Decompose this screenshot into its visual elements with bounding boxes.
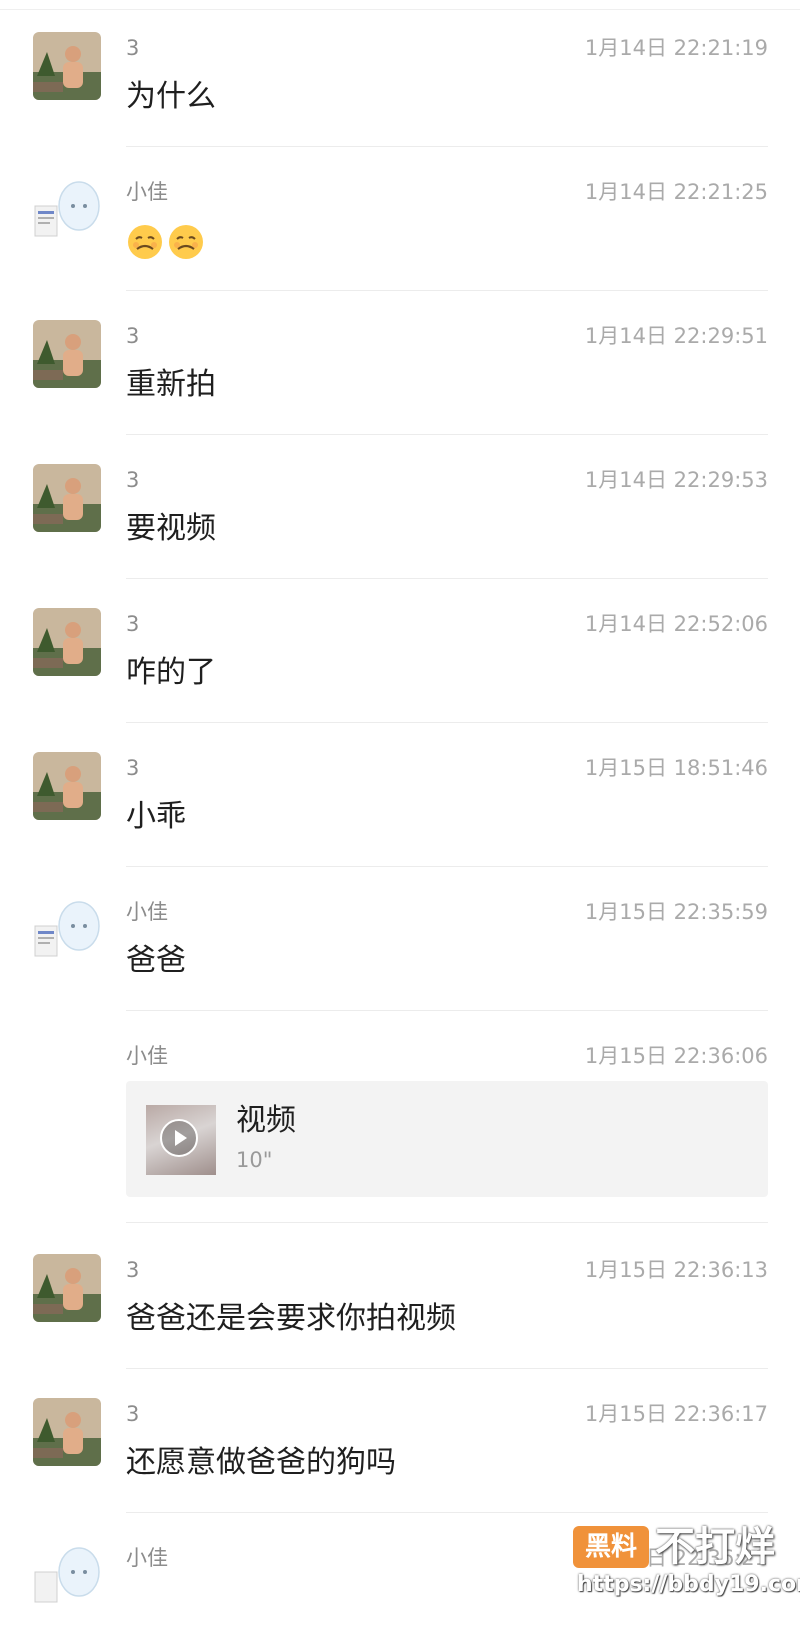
message-timestamp: 1月15日 22:36:06 — [584, 1044, 768, 1068]
message-text[interactable]: 重新拍 — [126, 365, 216, 405]
message-divider — [126, 1512, 768, 1513]
man-avatar[interactable] — [33, 1398, 101, 1466]
man-avatar[interactable] — [33, 464, 101, 532]
man-avatar[interactable] — [33, 32, 101, 100]
sender-name: 3 — [126, 36, 140, 60]
message-divider — [126, 866, 768, 867]
message-timestamp: 1月15日 22:35:59 — [584, 900, 768, 924]
top-divider — [0, 9, 800, 10]
watermark-name: 不打烊 — [655, 1524, 775, 1570]
message-timestamp: 1月14日 22:21:19 — [584, 36, 768, 60]
message-divider — [126, 1222, 768, 1223]
video-title: 视频 — [236, 1103, 296, 1138]
message-text[interactable]: 咋的了 — [126, 653, 216, 693]
message-timestamp: 1月14日 22:29:51 — [584, 324, 768, 348]
sender-name: 小佳 — [126, 1044, 168, 1068]
man-avatar[interactable] — [33, 752, 101, 820]
man-avatar[interactable] — [33, 1254, 101, 1322]
message-text[interactable]: 还愿意做爸爸的狗吗 — [126, 1443, 396, 1483]
ghost-avatar[interactable] — [33, 1542, 101, 1631]
watermark-url: https://bbdy19.com — [577, 1572, 800, 1597]
message-text[interactable]: 爸爸还是会要求你拍视频 — [126, 1299, 456, 1339]
message-divider — [126, 1368, 768, 1369]
message-divider — [126, 290, 768, 291]
message-divider — [126, 434, 768, 435]
sender-name: 3 — [126, 468, 140, 492]
sender-name: 小佳 — [126, 180, 168, 204]
sender-name: 3 — [126, 324, 140, 348]
worried-face-emoji — [126, 223, 164, 261]
sender-name: 3 — [126, 756, 140, 780]
message-text[interactable]: 为什么 — [126, 77, 216, 117]
video-duration: 10" — [236, 1148, 273, 1172]
video-message-card[interactable]: 视频 10" — [126, 1081, 768, 1197]
ghost-avatar[interactable] — [33, 176, 101, 244]
man-avatar[interactable] — [33, 320, 101, 388]
message-timestamp: 1月15日 22:36:13 — [584, 1258, 768, 1282]
message-divider — [126, 722, 768, 723]
video-thumbnail[interactable] — [146, 1105, 216, 1175]
ghost-avatar[interactable] — [33, 896, 101, 964]
watermark: 黑料 不打烊 https://bbdy19.com — [573, 1524, 800, 1598]
message-divider — [126, 578, 768, 579]
sender-name: 3 — [126, 1258, 140, 1282]
watermark-badge: 黑料 — [573, 1526, 649, 1568]
message-text[interactable]: 爸爸 — [126, 941, 186, 981]
message-divider — [126, 1010, 768, 1011]
message-emoji-row[interactable] — [126, 221, 208, 261]
message-timestamp: 1月14日 22:52:06 — [584, 612, 768, 636]
play-icon[interactable] — [160, 1119, 198, 1157]
message-text[interactable]: 要视频 — [126, 509, 216, 549]
sender-name: 小佳 — [126, 1546, 168, 1570]
message-text[interactable]: 小乖 — [126, 797, 186, 837]
man-avatar[interactable] — [33, 608, 101, 676]
message-timestamp: 1月15日 22:36:17 — [584, 1402, 768, 1426]
worried-face-emoji — [167, 223, 205, 261]
sender-name: 3 — [126, 1402, 140, 1426]
message-timestamp: 1月14日 22:21:25 — [584, 180, 768, 204]
sender-name: 小佳 — [126, 900, 168, 924]
message-timestamp: 1月15日 18:51:46 — [584, 756, 768, 780]
message-divider — [126, 146, 768, 147]
sender-name: 3 — [126, 612, 140, 636]
message-timestamp: 1月14日 22:29:53 — [584, 468, 768, 492]
